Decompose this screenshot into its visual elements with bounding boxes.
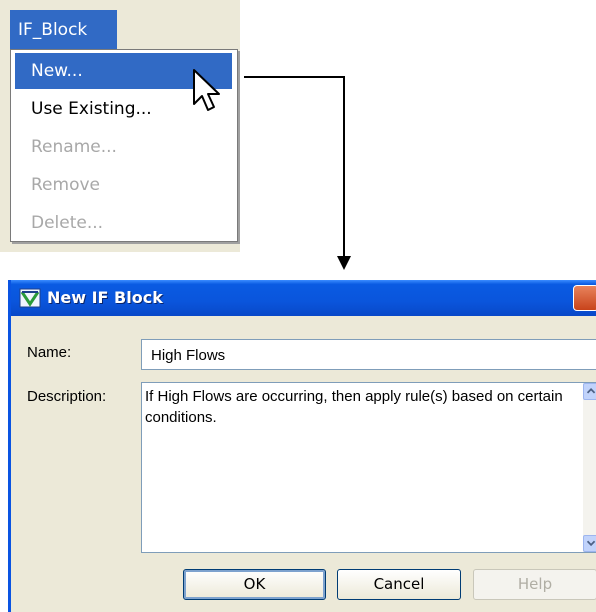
description-textarea[interactable]: If High Flows are occurring, then apply … <box>141 382 596 553</box>
name-input[interactable]: High Flows <box>141 339 596 370</box>
menu-item-remove: Remove <box>31 175 100 195</box>
menu-title-if-block[interactable]: IF_Block <box>10 10 117 50</box>
dialog-title: New IF Block <box>47 288 163 307</box>
close-icon[interactable] <box>573 285 596 311</box>
name-label: Name: <box>27 344 72 361</box>
menu-item-rename: Rename... <box>31 137 117 157</box>
new-if-block-dialog: New IF Block Name: High Flows Descriptio… <box>8 280 596 612</box>
dialog-titlebar[interactable]: New IF Block <box>11 280 596 316</box>
description-text: If High Flows are occurring, then apply … <box>145 388 563 426</box>
description-scrollbar[interactable] <box>583 383 596 552</box>
ok-button[interactable]: OK <box>183 569 326 600</box>
cancel-button[interactable]: Cancel <box>337 569 461 600</box>
scroll-up-icon[interactable] <box>583 383 596 400</box>
help-button: Help <box>473 569 596 600</box>
if-block-app-icon <box>19 288 41 308</box>
menu-item-delete: Delete... <box>31 213 104 233</box>
scroll-down-icon[interactable] <box>583 535 596 552</box>
description-label: Description: <box>27 388 107 405</box>
mouse-cursor-icon <box>193 69 220 111</box>
